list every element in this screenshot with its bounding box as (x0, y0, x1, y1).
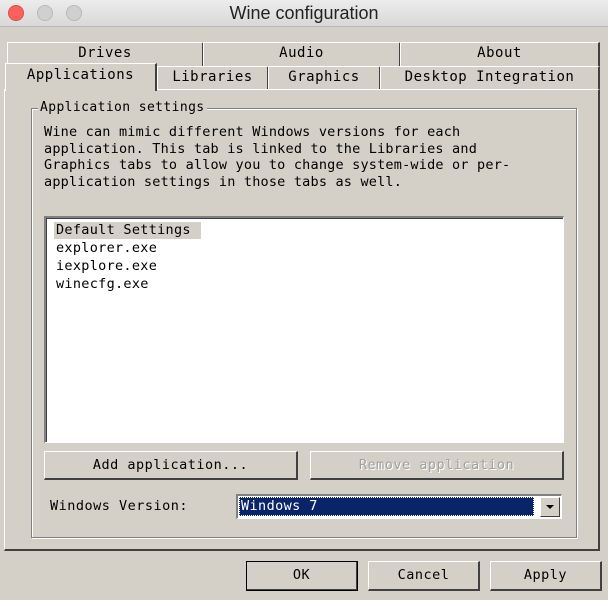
description-text: Wine can mimic different Windows version… (44, 124, 511, 190)
group-title: Application settings (38, 100, 207, 115)
windows-version-label: Windows Version: (50, 498, 189, 514)
application-list[interactable]: Default Settings explorer.exe iexplore.e… (44, 216, 564, 443)
tab-graphics[interactable]: Graphics (268, 66, 381, 90)
tab-desktop-integration[interactable]: Desktop Integration (380, 66, 600, 90)
tab-libraries[interactable]: Libraries (157, 66, 269, 90)
title-bar: Wine configuration (0, 0, 608, 27)
list-item[interactable]: winecfg.exe (54, 276, 151, 293)
add-application-button[interactable]: Add application... (44, 451, 298, 480)
cancel-button[interactable]: Cancel (368, 561, 480, 591)
windows-version-value[interactable]: Windows 7 (239, 497, 534, 516)
chevron-down-icon[interactable] (540, 497, 560, 517)
list-item[interactable]: Default Settings (54, 222, 201, 239)
remove-application-button[interactable]: Remove application (310, 451, 564, 480)
list-item[interactable]: explorer.exe (54, 240, 159, 257)
tab-audio[interactable]: Audio (203, 42, 401, 66)
ok-button[interactable]: OK (246, 561, 358, 591)
list-item[interactable]: iexplore.exe (54, 258, 159, 275)
tab-applications[interactable]: Applications (5, 63, 157, 91)
window-title: Wine configuration (229, 3, 379, 23)
tab-about[interactable]: About (400, 42, 600, 66)
apply-button[interactable]: Apply (490, 561, 602, 591)
windows-version-select[interactable]: Windows 7 (236, 494, 562, 519)
